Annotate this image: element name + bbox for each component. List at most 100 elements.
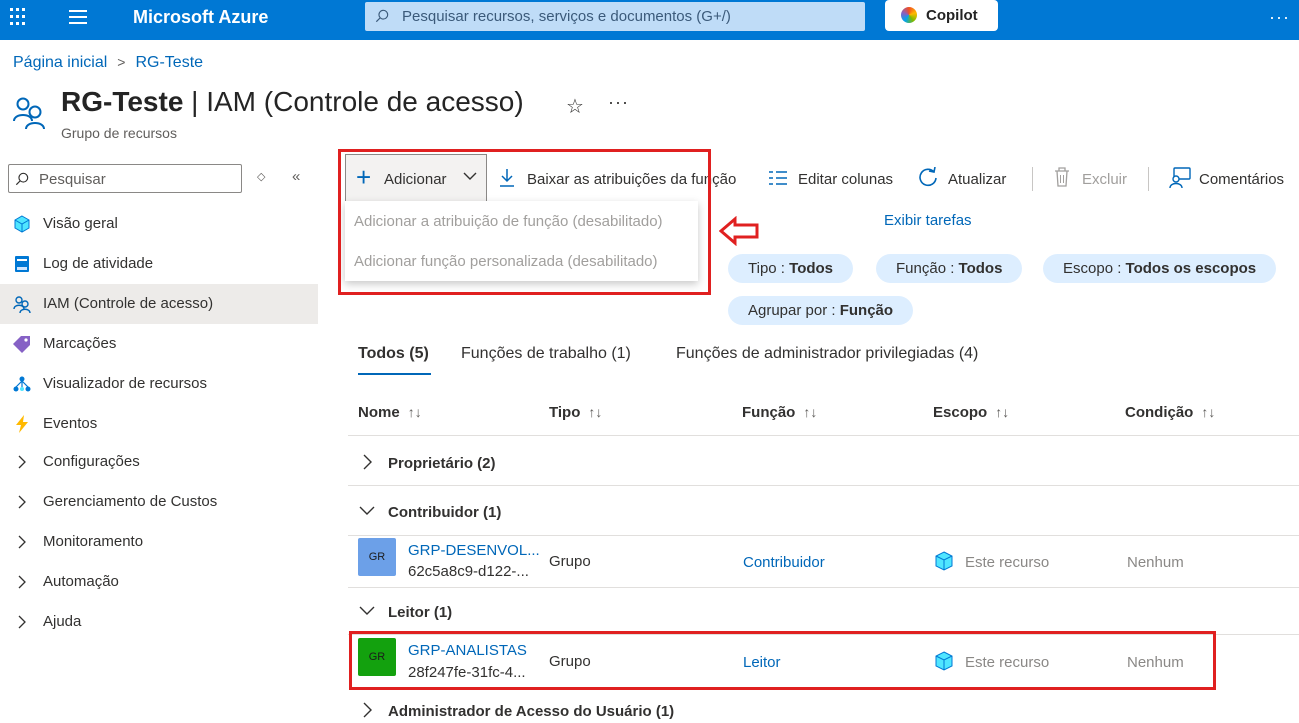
people-icon (13, 97, 45, 130)
filter-role-pill[interactable]: Função : Todos (876, 254, 1023, 283)
more-options-icon[interactable]: ··· (1269, 7, 1290, 28)
tab-job-functions[interactable]: Funções de trabalho (1) (461, 345, 631, 363)
feedback-label: Comentários (1199, 171, 1285, 188)
favorite-star-icon[interactable]: ☆ (566, 94, 584, 119)
column-header-scope[interactable]: Escopo ↑↓ (933, 404, 1009, 421)
sidebar-search-input[interactable]: Pesquisar (8, 164, 242, 193)
sidebar-item-label: IAM (Controle de acesso) (43, 295, 214, 312)
column-header-condition[interactable]: Condição ↑↓ (1125, 404, 1215, 421)
hierarchy-icon (13, 376, 31, 392)
row-divider (348, 587, 1299, 588)
column-header-type[interactable]: Tipo ↑↓ (549, 404, 602, 421)
cube-icon (935, 551, 953, 571)
filter-type-pill[interactable]: Tipo : Todos (728, 254, 854, 283)
log-icon (15, 256, 29, 272)
breadcrumb: Página inicial > RG-Teste (13, 54, 203, 72)
view-tasks-link[interactable]: Exibir tarefas (884, 212, 972, 229)
header-more-icon[interactable]: ··· (608, 92, 629, 113)
sort-icon: ↑↓ (1201, 404, 1216, 420)
group-contributor[interactable]: Contribuidor (1) (358, 502, 501, 521)
expand-collapse-icon[interactable]: ◇ (257, 170, 265, 183)
delete-label: Excluir (1082, 171, 1128, 188)
tab-all[interactable]: Todos (5) (358, 345, 429, 363)
chevron-right-icon (18, 575, 26, 589)
top-bar: Microsoft Azure Pesquisar recursos, serv… (0, 0, 1299, 40)
sidebar-item-activity-log[interactable]: Log de atividade (0, 244, 318, 284)
search-icon (375, 9, 389, 23)
breadcrumb-resource-group[interactable]: RG-Teste (135, 54, 203, 72)
tab-privileged-admin[interactable]: Funções de administrador privilegiadas (… (676, 345, 978, 363)
sidebar-item-label: Ajuda (43, 613, 82, 630)
sidebar-item-label: Monitoramento (43, 533, 144, 550)
sort-icon: ↑↓ (803, 404, 818, 420)
group-user-access-admin[interactable]: Administrador de Acesso do Usuário (1) (358, 701, 674, 720)
sidebar-item-automation[interactable]: Automação (0, 562, 318, 602)
copilot-icon (901, 7, 917, 23)
role-link[interactable]: Contribuidor (743, 554, 825, 571)
chevron-right-icon (18, 455, 26, 469)
sidebar-item-help[interactable]: Ajuda (0, 602, 318, 642)
group-reader[interactable]: Leitor (1) (358, 602, 452, 621)
principal-id: 62c5a8c9-d122-... (408, 563, 529, 580)
sidebar-item-events[interactable]: Eventos (0, 404, 318, 444)
sidebar-item-settings[interactable]: Configurações (0, 442, 318, 482)
annotation-highlight-box (338, 149, 711, 295)
page-title: RG-Teste | IAM (Controle de acesso) (61, 86, 524, 117)
sidebar-item-label: Log de atividade (43, 255, 154, 272)
header-divider (348, 435, 1299, 436)
people-icon (13, 296, 31, 313)
refresh-label: Atualizar (948, 171, 1007, 188)
avatar: GR (358, 538, 396, 576)
copilot-label: Copilot (926, 7, 978, 24)
feedback-icon (1169, 167, 1191, 189)
sidebar-item-cost-management[interactable]: Gerenciamento de Custos (0, 482, 318, 522)
sidebar-item-tags[interactable]: Marcações (0, 324, 318, 364)
sidebar-item-label: Configurações (43, 453, 140, 470)
sidebar-item-resource-visualizer[interactable]: Visualizador de recursos (0, 364, 318, 404)
sidebar-item-iam[interactable]: IAM (Controle de acesso) (0, 284, 318, 324)
sidebar-item-overview[interactable]: Visão geral (0, 204, 318, 244)
chevron-down-icon (359, 606, 375, 615)
condition-value: Nenhum (1127, 554, 1184, 571)
columns-icon (769, 171, 787, 185)
row-divider (348, 485, 1299, 486)
sidebar-item-monitoring[interactable]: Monitoramento (0, 522, 318, 562)
lightning-icon (16, 415, 28, 433)
filter-scope-pill[interactable]: Escopo : Todos os escopos (1043, 254, 1277, 283)
sort-icon: ↑↓ (407, 404, 422, 420)
global-search-placeholder: Pesquisar recursos, serviços e documento… (402, 8, 731, 25)
sidebar-item-label: Gerenciamento de Custos (43, 493, 218, 510)
breadcrumb-home[interactable]: Página inicial (13, 54, 107, 72)
group-owner[interactable]: Proprietário (2) (358, 453, 496, 472)
principal-type: Grupo (549, 553, 591, 570)
annotation-row-highlight (349, 631, 1216, 690)
sidebar-item-label: Marcações (43, 335, 117, 352)
toolbar-divider (1032, 167, 1033, 191)
principal-name-link[interactable]: GRP-DESENVOL... (408, 542, 540, 559)
trash-icon (1055, 167, 1069, 187)
group-by-pill[interactable]: Agrupar por : Função (728, 296, 914, 325)
column-header-role[interactable]: Função ↑↓ (742, 404, 817, 421)
breadcrumb-separator: > (117, 54, 126, 70)
toolbar-divider (1148, 167, 1149, 191)
sidebar-item-label: Visão geral (43, 215, 118, 232)
scope-value: Este recurso (965, 554, 1050, 571)
row-divider (348, 535, 1299, 536)
app-launcher-icon[interactable] (10, 8, 28, 26)
chevron-right-icon (363, 702, 372, 718)
portal-menu-icon[interactable] (69, 10, 87, 28)
active-tab-indicator (358, 373, 431, 375)
refresh-icon (919, 167, 937, 187)
column-header-name[interactable]: Nome ↑↓ (358, 404, 422, 421)
collapse-sidebar-icon[interactable]: « (292, 168, 300, 185)
search-icon (15, 172, 29, 186)
sort-icon: ↑↓ (588, 404, 603, 420)
tag-icon (13, 336, 30, 353)
global-search-input[interactable]: Pesquisar recursos, serviços e documento… (365, 2, 865, 31)
chevron-right-icon (18, 535, 26, 549)
brand-title[interactable]: Microsoft Azure (133, 7, 268, 28)
cube-icon (14, 215, 30, 233)
sidebar-search-placeholder: Pesquisar (39, 171, 106, 188)
copilot-button[interactable]: Copilot (885, 0, 998, 31)
sort-icon: ↑↓ (995, 404, 1010, 420)
